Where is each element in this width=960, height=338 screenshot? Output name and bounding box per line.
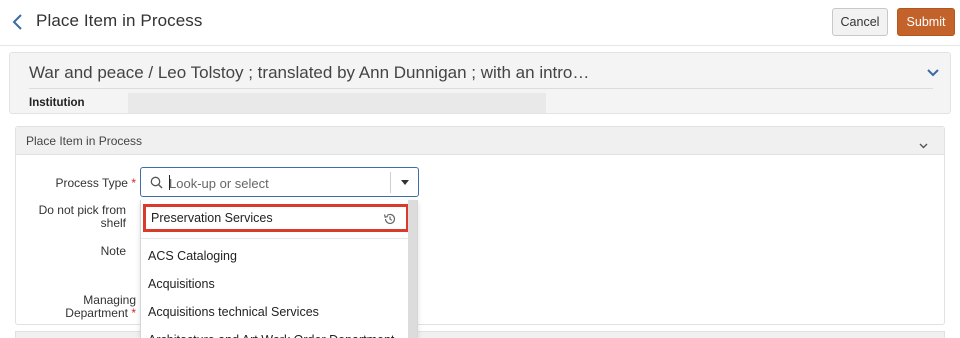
process-type-input[interactable]: Look-up or select <box>140 167 419 197</box>
institution-label: Institution <box>29 97 85 109</box>
dropdown-option[interactable]: Acquisitions technical Services <box>141 298 409 326</box>
required-marker: * <box>131 176 136 190</box>
do-not-pick-label-line2: shelf <box>100 216 126 230</box>
page-title: Place Item in Process <box>36 11 203 30</box>
record-title: War and peace / Leo Tolstoy ; translated… <box>29 63 590 82</box>
section-header[interactable]: Place Item in Process <box>16 127 944 155</box>
process-type-label-text: Process Type <box>55 176 128 190</box>
dropdown-option[interactable]: Architecture and Art Work Order Departme… <box>141 326 409 338</box>
chevron-left-icon <box>12 14 22 30</box>
managing-label-line2-text: Department <box>65 306 128 320</box>
cancel-button[interactable]: Cancel <box>832 8 888 36</box>
dropdown-option-recent[interactable]: Preservation Services <box>143 204 409 232</box>
divider <box>29 88 933 89</box>
process-type-dropdown-list: Preservation Services ACS Cataloging Acq… <box>140 200 418 338</box>
process-type-placeholder: Look-up or select <box>169 176 269 191</box>
search-icon <box>150 176 163 189</box>
record-summary-card: War and peace / Leo Tolstoy ; translated… <box>9 52 951 114</box>
chevron-down-icon <box>927 69 939 77</box>
dropdown-option[interactable]: Acquisitions <box>141 270 409 298</box>
caret-down-icon <box>401 179 409 185</box>
section-collapse-toggle[interactable] <box>919 136 928 154</box>
managing-label-line2: Department * <box>20 307 136 320</box>
managing-department-label: Managing Department * <box>20 294 136 320</box>
dropdown-toggle-button[interactable] <box>391 168 419 196</box>
dropdown-scrollbar[interactable] <box>408 200 417 338</box>
dropdown-divider <box>141 238 409 239</box>
chevron-down-icon <box>919 143 928 149</box>
note-label: Note <box>100 244 126 258</box>
back-button[interactable] <box>8 10 28 34</box>
do-not-pick-label: Do not pick from shelf <box>20 204 126 230</box>
top-bar: Place Item in Process Cancel Submit <box>0 0 960 46</box>
process-type-label: Process Type * <box>40 176 137 190</box>
history-icon <box>383 213 396 225</box>
record-expand-button[interactable] <box>926 65 940 83</box>
institution-value <box>128 93 546 113</box>
dropdown-option[interactable]: ACS Cataloging <box>141 242 409 270</box>
required-marker: * <box>131 306 136 320</box>
section-title: Place Item in Process <box>26 134 143 148</box>
submit-button[interactable]: Submit <box>897 8 955 36</box>
dropdown-option-label: Preservation Services <box>151 211 273 225</box>
